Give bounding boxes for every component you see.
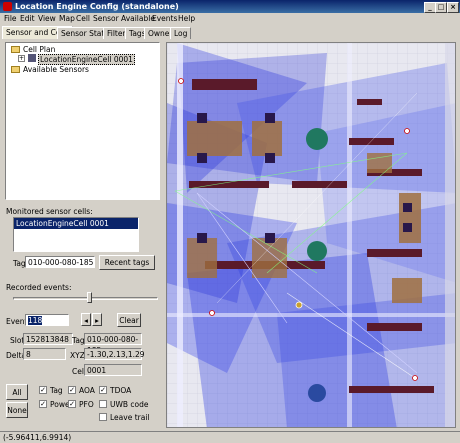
tag2-field: 010-000-080-185 [84,333,142,355]
tree-root-label[interactable]: Cell Plan [23,45,55,54]
delta-field: 8 [23,348,66,360]
cell-plan-tree[interactable]: Cell Plan + LocationEngineCell 0001 Avai… [5,42,160,200]
menu-bar: File Edit View Map Cell Sensor Available… [0,13,460,25]
event-value: 118 [28,316,43,325]
menu-available[interactable]: Available [121,14,155,23]
tdoa-checkbox[interactable]: ✓ [99,386,107,394]
monitored-label: Monitored sensor cells: [6,207,93,216]
event-slider[interactable] [13,292,158,306]
title-bar: Location Engine Config (standalone) _ □ … [0,0,460,13]
menu-cell[interactable]: Cell [76,14,90,23]
pfo-checkbox-label: PFO [79,400,94,409]
menu-view[interactable]: View [38,14,56,23]
folder-icon [11,46,20,53]
floor-plan[interactable] [167,43,456,428]
tag-input[interactable]: 010-000-080-185 [25,256,95,268]
uwb-checkbox-label: UWB code [110,400,149,409]
close-button[interactable]: × [447,2,459,13]
trail-checkbox-label: Leave trail [110,413,150,422]
menu-map[interactable]: Map [59,14,75,23]
menu-events[interactable]: Events [152,14,177,23]
list-item[interactable]: LocationEngineCell 0001 [14,218,138,229]
uwb-checkbox[interactable] [99,400,107,408]
recorded-events-label: Recorded events: [6,283,72,292]
status-bar: (-5.96411,6.9914) [0,431,460,443]
tdoa-checkbox-label: TDOA [110,386,132,395]
none-button[interactable]: None [6,402,28,418]
menu-sensor[interactable]: Sensor [93,14,119,23]
event-input[interactable]: 118 [25,314,69,326]
pfo-checkbox[interactable]: ✓ [68,400,76,408]
trail-checkbox[interactable] [99,413,107,421]
tag2-label: Tag [72,336,85,345]
slot-field: 152813848 [23,333,73,345]
cursor-coordinates: (-5.96411,6.9914) [3,433,72,442]
power-checkbox[interactable]: ✓ [39,400,47,408]
menu-edit[interactable]: Edit [20,14,35,23]
tab-strip: Sensor and Cells Sensor Status Filters T… [0,26,220,39]
recent-tags-button[interactable]: Recent tags [99,255,155,270]
tag-checkbox[interactable]: ✓ [39,386,47,394]
next-event-button[interactable]: ▸ [92,313,102,326]
tag-checkbox-label: Tag [50,386,63,395]
menu-file[interactable]: File [4,14,17,23]
app-icon [3,2,12,11]
aoa-checkbox-label: AOA [79,386,95,395]
expand-icon[interactable]: + [18,55,25,62]
maximize-button[interactable]: □ [435,2,447,13]
xyz-field: -1.30,2.13,1.29 [84,348,145,360]
slider-track [13,297,158,300]
map-view[interactable] [166,42,456,428]
tab-log[interactable]: Log [170,27,192,39]
prev-event-button[interactable]: ◂ [81,313,91,326]
menu-help[interactable]: Help [178,14,195,23]
aoa-checkbox[interactable]: ✓ [68,386,76,394]
tag-label: Tag [13,259,26,268]
xyz-label: XYZ [70,351,85,360]
window-title: Location Engine Config (standalone) [15,2,179,11]
all-button[interactable]: All [6,384,28,400]
tree-cell-label[interactable]: LocationEngineCell 0001 [38,54,135,65]
tree-available-label[interactable]: Available Sensors [23,65,89,74]
monitored-list[interactable]: LocationEngineCell 0001 [13,217,139,252]
network-icon [28,54,36,62]
clear-button[interactable]: Clear [117,313,141,327]
cell-field: 0001 [84,364,142,376]
folder-icon [11,66,20,73]
slider-thumb[interactable] [87,292,92,303]
